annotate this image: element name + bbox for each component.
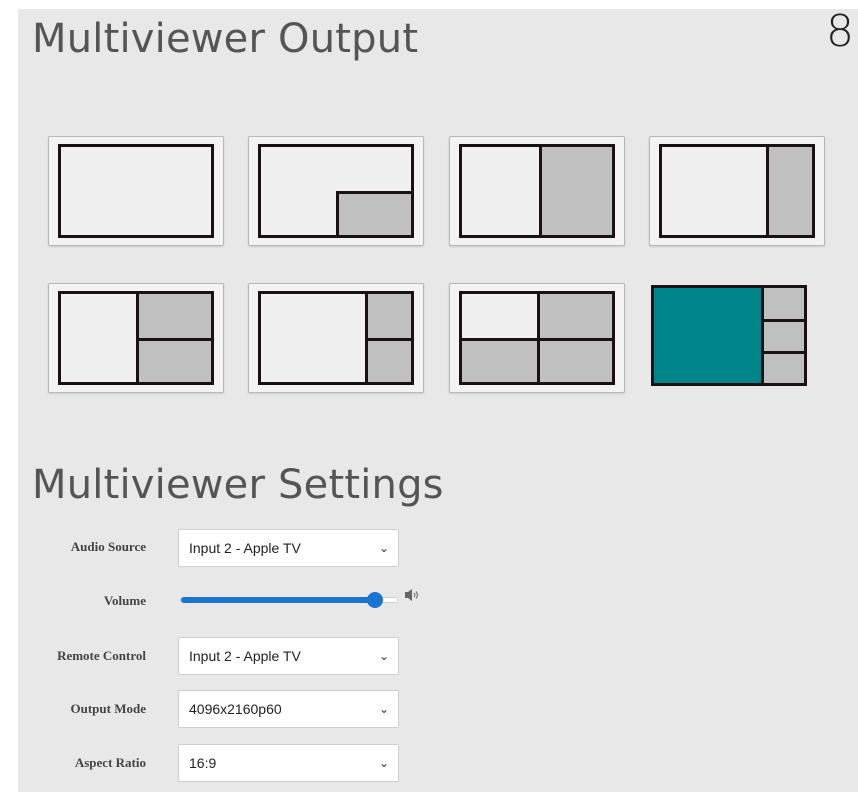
layout-three-split-preview [58, 291, 214, 385]
volume-slider-fill [181, 597, 376, 603]
layout-side-by-side-narrow-button[interactable] [649, 136, 825, 246]
aspect-ratio-select[interactable]: 16:9 ⌄ [178, 744, 399, 782]
multiviewer-panel [18, 9, 858, 792]
layout-three-split-narrow-button[interactable] [248, 283, 424, 393]
audio-source-value: Input 2 - Apple TV [189, 540, 301, 556]
layout-three-split-button[interactable] [48, 283, 224, 393]
layout-quad-preview [459, 291, 615, 385]
volume-slider[interactable] [180, 592, 398, 608]
layout-four-split-sidebar-preview [651, 285, 807, 386]
layout-single-button[interactable] [48, 136, 224, 246]
output-mode-value: 4096x2160p60 [189, 701, 282, 717]
layout-three-split-narrow-preview [258, 291, 414, 385]
layout-side-by-side-button[interactable] [449, 136, 625, 246]
chevron-down-icon: ⌄ [378, 756, 389, 770]
aspect-ratio-value: 16:9 [189, 755, 217, 771]
chevron-down-icon: ⌄ [378, 541, 389, 555]
output-mode-label: Output Mode [70, 701, 146, 716]
audio-source-select[interactable]: Input 2 - Apple TV ⌄ [178, 529, 399, 567]
remote-control-select[interactable]: Input 2 - Apple TV ⌄ [178, 637, 399, 675]
remote-control-value: Input 2 - Apple TV [189, 648, 301, 664]
layout-pip-button[interactable] [248, 136, 424, 246]
volume-label: Volume [103, 593, 146, 608]
output-section-title: Multiviewer Output [32, 16, 419, 62]
layout-side-by-side-preview [459, 144, 615, 238]
settings-section-title: Multiviewer Settings [32, 462, 444, 508]
layout-four-split-sidebar-button[interactable] [649, 283, 825, 393]
page-number: 8 [826, 6, 854, 57]
layout-pip-preview [258, 144, 414, 238]
remote-control-label: Remote Control [57, 648, 146, 663]
output-mode-select[interactable]: 4096x2160p60 ⌄ [178, 690, 399, 728]
speaker-icon[interactable] [404, 588, 420, 602]
chevron-down-icon: ⌄ [378, 649, 389, 663]
aspect-ratio-label: Aspect Ratio [74, 755, 146, 770]
layout-side-by-side-narrow-preview [659, 144, 815, 238]
layout-quad-button[interactable] [449, 283, 625, 393]
layout-single-preview [58, 144, 214, 238]
audio-source-label: Audio Source [70, 539, 146, 554]
chevron-down-icon: ⌄ [378, 702, 389, 716]
